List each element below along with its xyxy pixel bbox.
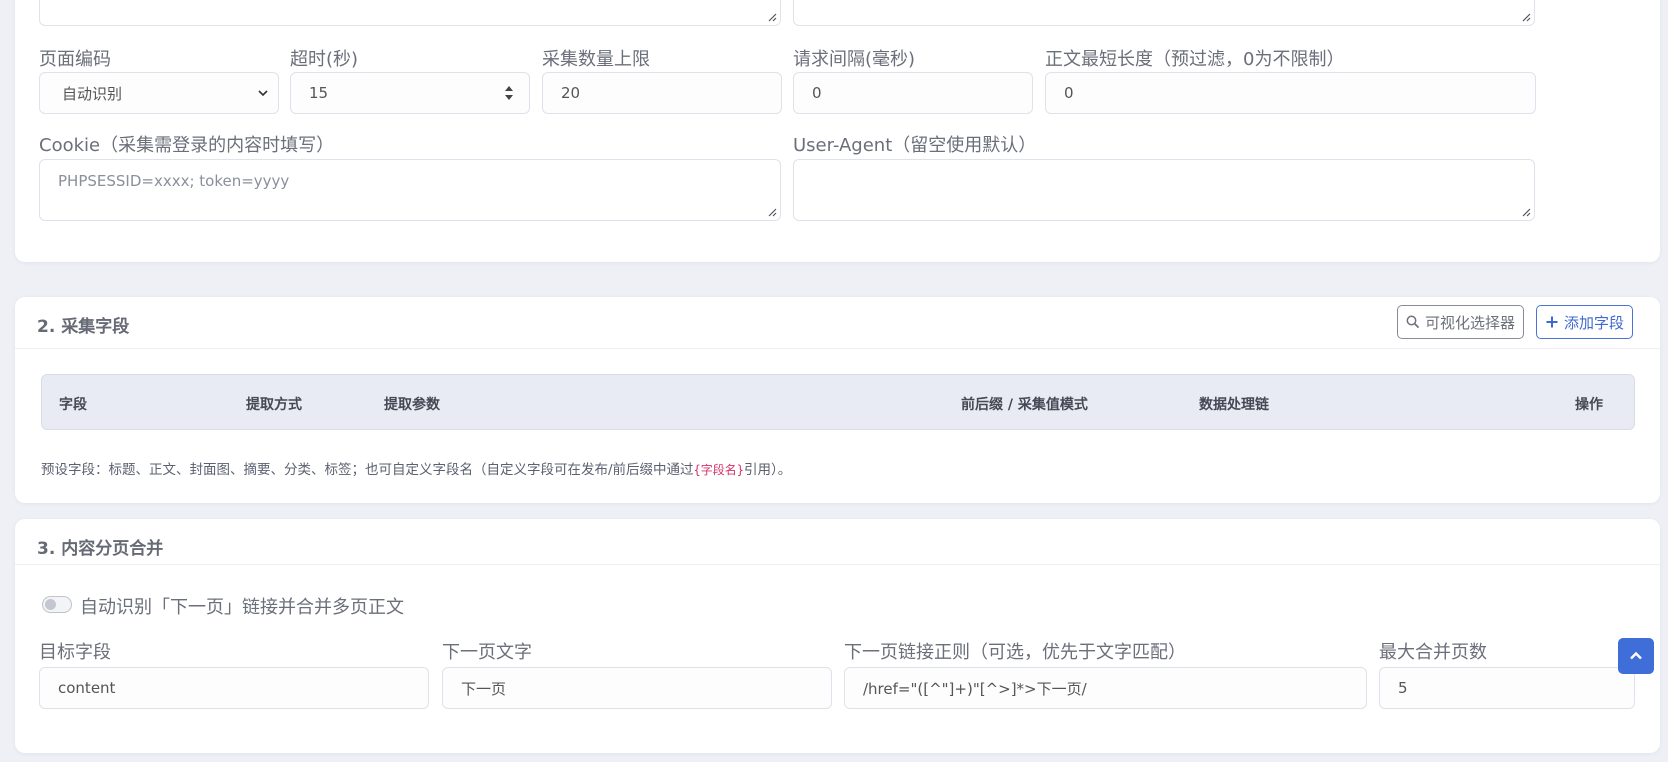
visual-selector-button[interactable]: 可视化选择器 — [1397, 305, 1525, 339]
timeout-input[interactable]: 15 — [290, 72, 530, 114]
useragent-textarea[interactable] — [793, 159, 1535, 221]
section-divider — [15, 564, 1660, 565]
useragent-label: User-Agent（留空使用默认） — [793, 135, 1037, 156]
chevron-down-icon — [258, 90, 268, 97]
encoding-select[interactable]: 自动识别 — [39, 72, 279, 114]
visual-selector-label: 可视化选择器 — [1425, 313, 1516, 332]
column-header-pipeline: 数据处理链 — [1199, 397, 1269, 413]
minlen-label: 正文最短长度（预过滤，0为不限制） — [1045, 49, 1345, 70]
textarea-partial-left[interactable] — [39, 0, 781, 26]
minlen-input[interactable]: 0 — [1045, 72, 1536, 114]
max-pages-value: 5 — [1398, 679, 1408, 697]
limit-value: 20 — [561, 84, 581, 102]
target-field-label: 目标字段 — [39, 642, 111, 663]
interval-input[interactable]: 0 — [793, 72, 1033, 114]
textarea-partial-right[interactable] — [793, 0, 1535, 26]
next-text-input[interactable]: 下一页 — [442, 667, 832, 709]
column-header-method: 提取方式 — [246, 397, 302, 413]
minlen-value: 0 — [1064, 84, 1074, 102]
settings-card: 页面编码 超时(秒) 采集数量上限 请求间隔(毫秒) 正文最短长度（预过滤，0为… — [15, 0, 1660, 262]
auto-merge-toggle[interactable] — [42, 596, 72, 613]
add-field-label: 添加字段 — [1564, 313, 1625, 332]
target-field-value: content — [58, 679, 116, 697]
next-regex-label: 下一页链接正则（可选，优先于文字匹配） — [844, 642, 1186, 663]
hint-text-before: 预设字段：标题、正文、封面图、摘要、分类、标签；也可自定义字段名（自定义字段可在… — [41, 462, 694, 478]
fields-hint: 预设字段：标题、正文、封面图、摘要、分类、标签；也可自定义字段名（自定义字段可在… — [41, 458, 791, 478]
number-stepper-icon[interactable] — [503, 84, 515, 102]
hint-code: {字段名} — [693, 463, 744, 477]
interval-value: 0 — [812, 84, 822, 102]
section-title-fields: 2. 采集字段 — [37, 317, 130, 337]
cookie-textarea[interactable]: PHPSESSID=xxxx; token=yyyy — [39, 159, 781, 221]
search-icon — [1406, 315, 1420, 329]
resize-grip-icon[interactable] — [767, 207, 777, 217]
add-field-button[interactable]: 添加字段 — [1536, 305, 1634, 339]
column-header-field: 字段 — [59, 397, 87, 413]
resize-grip-icon[interactable] — [767, 12, 777, 22]
next-text-label: 下一页文字 — [442, 642, 532, 663]
chevron-up-icon — [1630, 651, 1642, 660]
auto-merge-label: 自动识别「下一页」链接并合并多页正文 — [80, 597, 404, 618]
cookie-label: Cookie（采集需登录的内容时填写） — [39, 135, 335, 156]
encoding-value: 自动识别 — [62, 84, 123, 103]
column-header-actions: 操作 — [1575, 397, 1603, 413]
max-pages-label: 最大合并页数 — [1379, 642, 1487, 663]
section-divider — [15, 348, 1660, 349]
fields-card: 2. 采集字段 可视化选择器 添加字段 字段 提取方式 提取参数 前后缀 / 采… — [15, 297, 1660, 503]
cookie-placeholder: PHPSESSID=xxxx; token=yyyy — [58, 172, 290, 190]
timeout-label: 超时(秒) — [290, 49, 359, 70]
resize-grip-icon[interactable] — [1521, 207, 1531, 217]
hint-text-after: 引用）。 — [744, 462, 792, 478]
limit-label: 采集数量上限 — [542, 49, 650, 70]
toggle-knob — [45, 599, 56, 610]
next-text-value: 下一页 — [461, 679, 507, 698]
limit-input[interactable]: 20 — [542, 72, 782, 114]
max-pages-input[interactable]: 5 — [1379, 667, 1635, 709]
pagination-card: 3. 内容分页合并 自动识别「下一页」链接并合并多页正文 目标字段 下一页文字 … — [15, 519, 1660, 753]
plus-icon — [1546, 316, 1558, 328]
next-regex-value: /href="([^"]+)"[^>]*>下一页/ — [863, 679, 1087, 698]
column-header-params: 提取参数 — [384, 397, 440, 413]
fields-table-header: 字段 提取方式 提取参数 前后缀 / 采集值模式 数据处理链 操作 — [41, 374, 1635, 430]
interval-label: 请求间隔(毫秒) — [793, 49, 916, 70]
encoding-label: 页面编码 — [39, 49, 111, 70]
column-header-affix: 前后缀 / 采集值模式 — [961, 397, 1088, 413]
target-field-input[interactable]: content — [39, 667, 429, 709]
next-regex-input[interactable]: /href="([^"]+)"[^>]*>下一页/ — [844, 667, 1367, 709]
scroll-top-button[interactable] — [1618, 638, 1654, 674]
timeout-value: 15 — [309, 84, 329, 102]
resize-grip-icon[interactable] — [1521, 12, 1531, 22]
section-title-pagination: 3. 内容分页合并 — [37, 539, 164, 559]
